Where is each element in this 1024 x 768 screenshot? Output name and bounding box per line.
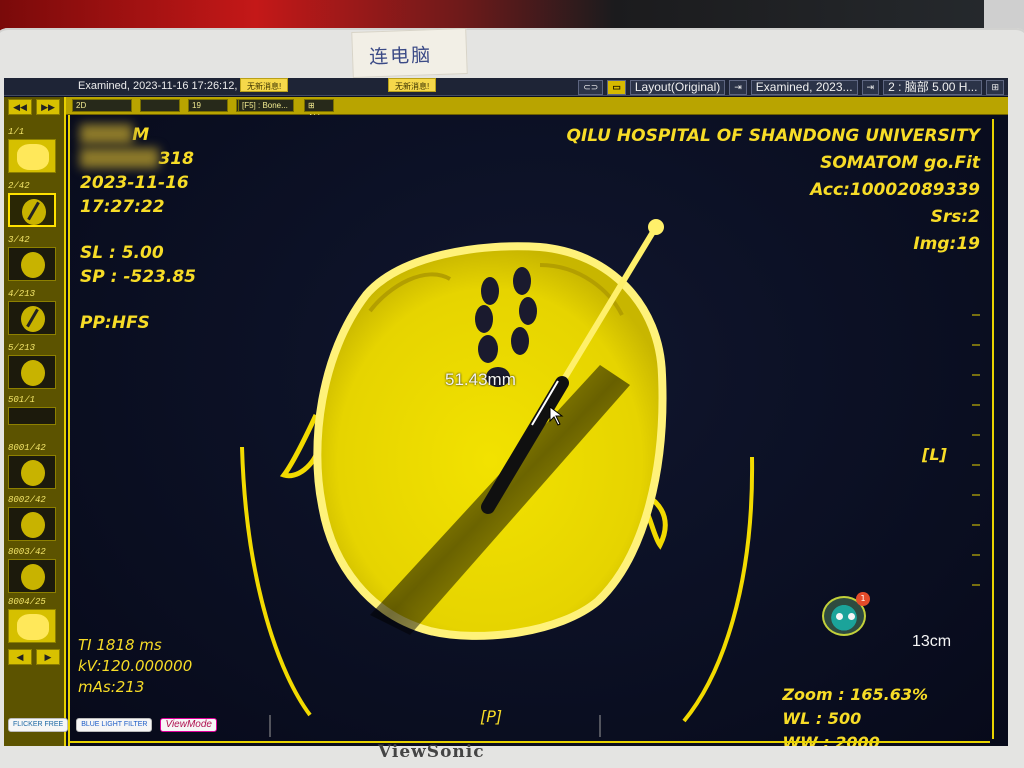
thumbnail[interactable]: 501/1 [8,395,60,425]
patient-id: ██████318 [80,149,194,169]
overlay-bottom-left: TI 1818 ms kV:120.000000 mAs:213 [78,635,192,698]
thumbnail[interactable]: 1/1 [8,127,60,173]
tool-select[interactable] [140,99,180,112]
viewport-frame-bottom [70,741,990,743]
exam-menu-icon[interactable]: ⇥ [861,79,880,95]
gantry-left [240,446,312,717]
thumbnail[interactable]: 5/213 [8,343,60,389]
thumbnail[interactable]: 8002/42 [8,495,60,541]
thumbnail-image [8,609,56,643]
kv-value: kV:120.000000 [78,657,193,675]
slice-position: SP : -523.85 [80,267,196,287]
toolbar-right: ⊂⊃ ▭ Layout(Original) ⇥ Examined, 2023..… [578,79,1004,95]
exam-info: Examined, 2023-11-16 17:26:12, [78,80,238,92]
thumbnail-image [8,559,56,593]
last-page-button[interactable]: ▶ [36,649,60,665]
image-number: Img:19 [913,234,980,254]
thumbnail-image [8,139,56,173]
mode-select[interactable]: 2D [72,99,132,112]
thumbnail[interactable]: 8001/42 [8,443,60,489]
notice-badge[interactable]: 无新消息! [240,78,289,92]
thumbnail-active[interactable]: 2/42 [8,181,60,227]
viewer-toolbar: 2D 19 [F5] : Bone... ⊞ ALL [66,97,1008,122]
ruler-bottom [269,715,601,737]
top-toolbar: Examined, 2023-11-16 17:26:12, 无新消息! 无新消… [4,78,1008,96]
thumbnail-image [8,407,56,425]
gantry-right [682,456,755,723]
window-button[interactable]: ▭ [607,79,626,95]
blue-light-logo: BLUE LIGHT FILTER [76,718,153,732]
thumbnail-image [8,355,56,389]
orientation-posterior-marker: [P] [480,707,503,726]
tape-label: 连电脑 [351,28,468,78]
prev-page-button[interactable]: ◀◀ [8,99,32,115]
thumbnail-image [8,301,56,335]
thumbnail[interactable]: 8004/25 [8,597,60,643]
thumbnail-image [8,247,56,281]
screen: Examined, 2023-11-16 17:26:12, 无新消息! 无新消… [4,78,1008,746]
accession-number: Acc:10002089339 [810,180,980,200]
orientation-left-marker: [L] [922,445,947,464]
series-number: Srs:2 [930,207,980,227]
patient-position: PP:HFS [80,313,150,333]
bezel-logos: FLICKER FREE BLUE LIGHT FILTER ViewMode [8,712,217,738]
mas-value: mAs:213 [78,678,145,696]
image-viewport[interactable]: ████M ██████318 2023-11-16 17:27:22 SL :… [68,115,1008,746]
thumbnail-panel: ◀◀ ▶▶ 1/1 2/42 3/42 4/213 5/213 501/1 80… [4,97,66,746]
grid-icon[interactable]: ⊞ [986,79,1004,95]
window-level: WL : 500 [782,709,862,728]
inversion-time: TI 1818 ms [78,636,162,654]
slice-thickness: SL : 5.00 [80,243,164,263]
exam-selector[interactable]: Examined, 2023... [750,79,858,95]
notice-badge[interactable]: 无新消息! [388,78,437,92]
thumbnail[interactable]: 4/213 [8,289,60,335]
overlay-top-left: ████M ██████318 2023-11-16 17:27:22 SL :… [80,123,196,335]
notification-badge: 1 [856,592,870,606]
flicker-free-logo: FLICKER FREE [8,718,69,732]
assistant-robot-icon[interactable]: 1 [822,592,870,636]
thumbnail-image [8,455,56,489]
scale-label: 13cm [912,633,952,650]
viewport-frame-right [992,119,994,739]
thumbnail-image [8,193,56,227]
overlay-bottom-right: Zoom : 165.63% WL : 500 WW : 2000 [782,683,928,746]
study-date: 2023-11-16 [80,173,189,193]
window-width: WW : 2000 [782,733,880,746]
institution-name: QILU HOSPITAL OF SHANDONG UNIVERSITY [566,126,981,146]
link-button[interactable]: ⊂⊃ [578,79,604,95]
next-page-button[interactable]: ▶▶ [36,99,60,115]
thumbnail-image [8,507,56,541]
all-toggle[interactable]: ⊞ ALL [304,99,334,122]
window-preset-select[interactable]: [F5] : Bone... [238,99,294,112]
device-name: SOMATOM go.Fit [820,153,980,173]
first-page-button[interactable]: ◀ [8,649,32,665]
thumbnail[interactable]: 3/42 [8,235,60,281]
layout-menu-icon[interactable]: ⇥ [729,79,747,95]
overlay-top-right: QILU HOSPITAL OF SHANDONG UNIVERSITY SOM… [567,123,981,258]
patient-name: ████M [80,125,150,145]
zoom-level: Zoom : 165.63% [782,685,928,704]
slice-select[interactable]: 19 [188,99,228,112]
thumbnail[interactable]: 8003/42 [8,547,60,593]
monitor-brand-logo: ViewSonic [378,742,485,762]
layout-dropdown[interactable]: Layout(Original) [629,79,726,95]
ruler-right [972,314,980,586]
viewmode-logo: ViewMode [160,718,217,732]
measurement-label[interactable]: 51.43mm [445,370,516,390]
series-selector[interactable]: 2 : 脑部 5.00 H... [883,79,983,95]
study-time: 17:27:22 [80,197,165,217]
